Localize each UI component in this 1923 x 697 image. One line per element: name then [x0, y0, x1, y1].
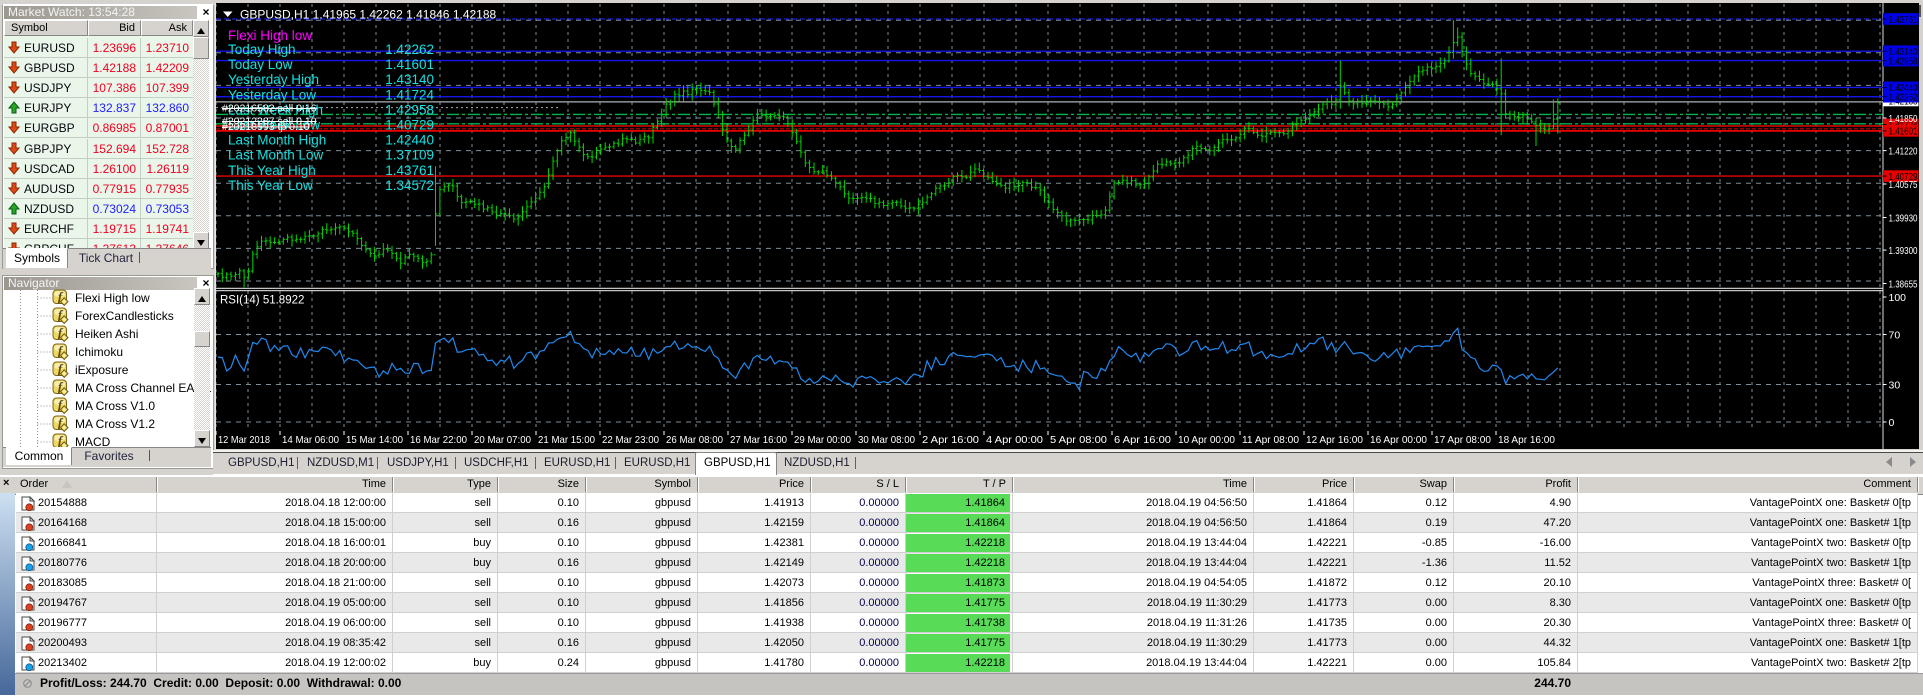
- svg-text:2 Apr 16:00: 2 Apr 16:00: [922, 434, 979, 446]
- svg-text:RSI(14) 51.8922: RSI(14) 51.8922: [220, 295, 304, 307]
- svg-text:1.40575: 1.40575: [1889, 179, 1918, 191]
- svg-text:70: 70: [1889, 329, 1901, 341]
- svg-text:21 Mar 15:00: 21 Mar 15:00: [538, 434, 595, 446]
- svg-text:12 Mar 2018: 12 Mar 2018: [218, 434, 270, 446]
- svg-text:16 Mar 22:00: 16 Mar 22:00: [410, 434, 467, 446]
- svg-text:6 Apr 16:00: 6 Apr 16:00: [1114, 434, 1171, 446]
- svg-text:1.39300: 1.39300: [1889, 245, 1918, 257]
- svg-text:Yesterday High: Yesterday High: [228, 72, 319, 87]
- svg-text:4 Apr 00:00: 4 Apr 00:00: [986, 434, 1043, 446]
- svg-text:Last Month High: Last Month High: [228, 133, 326, 148]
- svg-text:1.34572: 1.34572: [385, 178, 434, 193]
- svg-text:1.43761: 1.43761: [385, 163, 434, 178]
- svg-text:Today High: Today High: [228, 42, 296, 57]
- svg-text:26 Mar 08:00: 26 Mar 08:00: [666, 434, 723, 446]
- svg-text:1.41724: 1.41724: [385, 87, 434, 102]
- svg-text:1.42262: 1.42262: [385, 42, 434, 57]
- svg-text:#20218593 tp 0.10: #20218593 tp 0.10: [222, 121, 310, 133]
- svg-text:1.42958: 1.42958: [1889, 55, 1918, 67]
- svg-text:29 Mar 00:00: 29 Mar 00:00: [794, 434, 851, 446]
- svg-text:0: 0: [1889, 417, 1895, 429]
- svg-text:16 Apr 00:00: 16 Apr 00:00: [1370, 434, 1427, 446]
- svg-text:#20216582 sell 0.16: #20216582 sell 0.16: [222, 103, 317, 115]
- svg-text:11 Apr 08:00: 11 Apr 08:00: [1242, 434, 1299, 446]
- svg-text:Last Month Low: Last Month Low: [228, 148, 324, 163]
- svg-text:30 Mar 08:00: 30 Mar 08:00: [858, 434, 915, 446]
- svg-text:17 Apr 08:00: 17 Apr 08:00: [1434, 434, 1491, 446]
- svg-text:20 Mar 07:00: 20 Mar 07:00: [474, 434, 531, 446]
- svg-text:10 Apr 00:00: 10 Apr 00:00: [1178, 434, 1235, 446]
- svg-text:1.37109: 1.37109: [385, 148, 434, 163]
- svg-text:1.40729: 1.40729: [385, 118, 434, 133]
- svg-text:1.38655: 1.38655: [1889, 278, 1918, 290]
- svg-text:14 Mar 06:00: 14 Mar 06:00: [282, 434, 339, 446]
- svg-text:1.42958: 1.42958: [385, 102, 434, 117]
- svg-text:1.43761: 1.43761: [1889, 14, 1918, 26]
- svg-text:30: 30: [1889, 379, 1901, 391]
- svg-text:Flexi High low: Flexi High low: [228, 28, 312, 43]
- svg-text:1.39930: 1.39930: [1889, 212, 1918, 224]
- svg-text:This Year Low: This Year Low: [228, 178, 313, 193]
- svg-text:1.41601: 1.41601: [1889, 126, 1918, 138]
- svg-text:15 Mar 14:00: 15 Mar 14:00: [346, 434, 403, 446]
- svg-text:27 Mar 16:00: 27 Mar 16:00: [730, 434, 787, 446]
- svg-text:Yesterday Low: Yesterday Low: [228, 87, 316, 102]
- svg-text:1.41850: 1.41850: [1889, 113, 1918, 125]
- svg-text:1.42262: 1.42262: [1889, 92, 1918, 104]
- svg-text:100: 100: [1889, 292, 1907, 304]
- svg-text:1.41220: 1.41220: [1889, 145, 1918, 157]
- svg-text:Today Low: Today Low: [228, 57, 293, 72]
- svg-text:GBPUSD,H1 1.41965 1.42262 1.4: GBPUSD,H1 1.41965 1.42262 1.41846 1.4218…: [240, 8, 497, 22]
- svg-text:5 Apr 08:00: 5 Apr 08:00: [1050, 434, 1107, 446]
- svg-text:12 Apr 16:00: 12 Apr 16:00: [1306, 434, 1363, 446]
- svg-text:1.41601: 1.41601: [385, 57, 434, 72]
- svg-text:1.43140: 1.43140: [385, 72, 434, 87]
- svg-text:18 Apr 16:00: 18 Apr 16:00: [1498, 434, 1555, 446]
- svg-text:22 Mar 23:00: 22 Mar 23:00: [602, 434, 659, 446]
- svg-text:1.42440: 1.42440: [385, 133, 434, 148]
- svg-text:This Year High: This Year High: [228, 163, 316, 178]
